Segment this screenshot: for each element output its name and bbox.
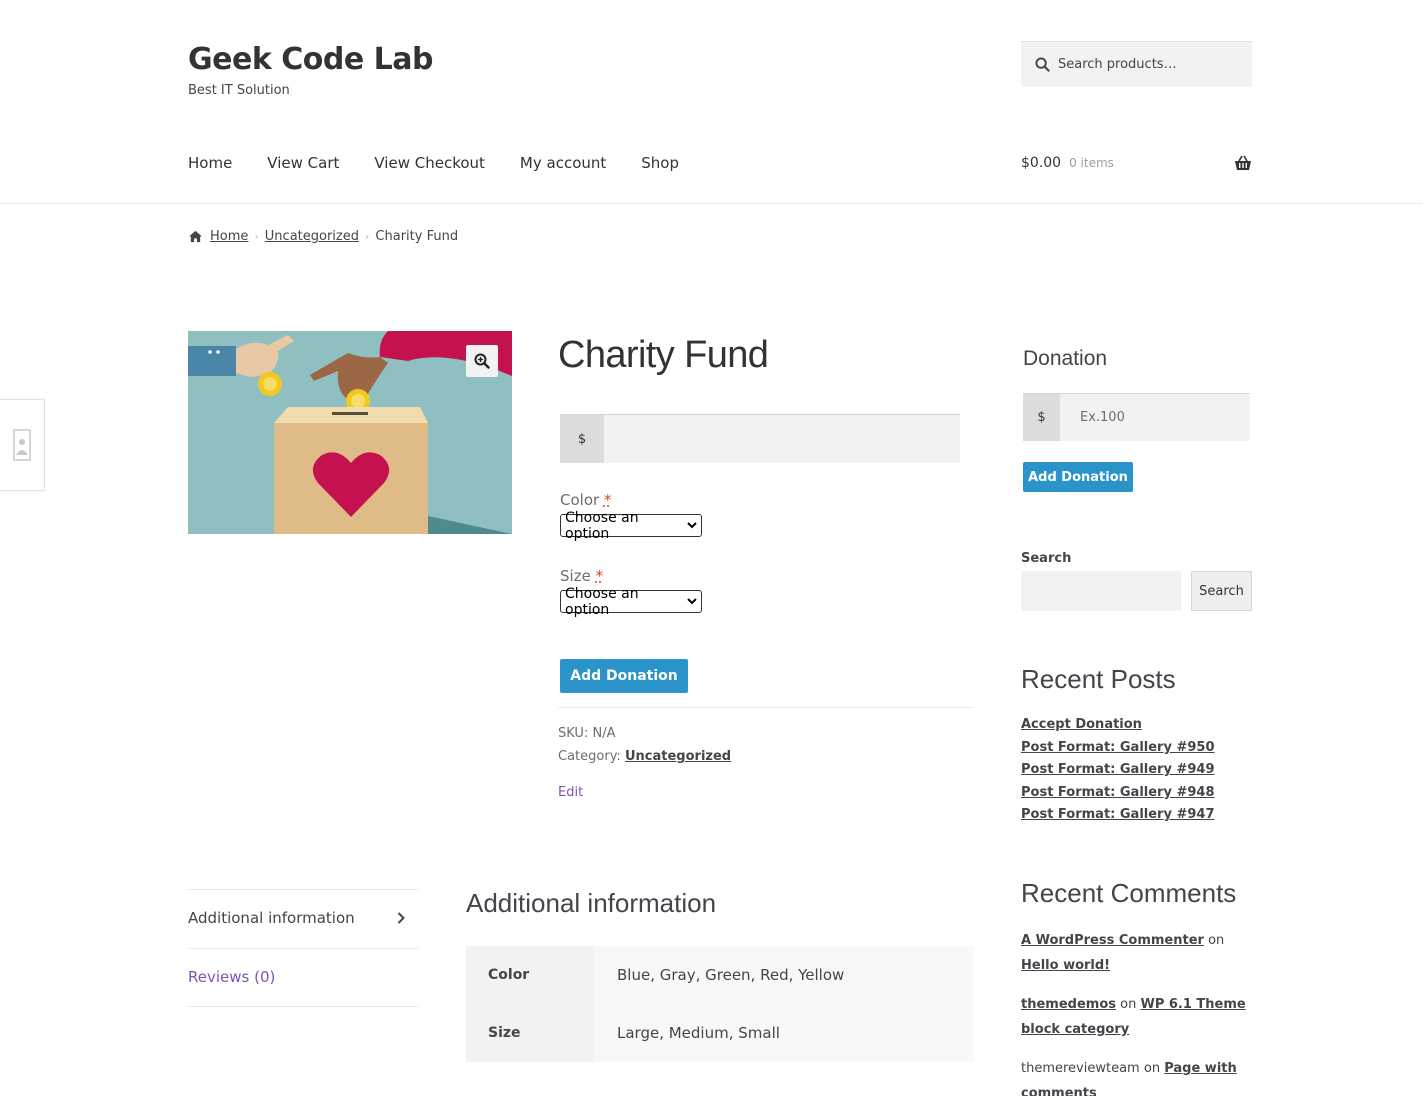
currency-symbol: $ (560, 415, 604, 463)
search-widget-label: Search (1021, 551, 1072, 566)
size-select[interactable]: Choose an option (560, 586, 702, 618)
list-item: themedemos on WP 6.1 Theme block categor… (1021, 997, 1246, 1037)
chevron-right-icon: › (365, 230, 370, 243)
product-search[interactable] (1021, 41, 1252, 87)
recent-post-link[interactable]: Post Format: Gallery #948 (1021, 785, 1215, 800)
primary-navigation: Home View Cart View Checkout My account … (188, 154, 714, 172)
required-marker: * (595, 567, 604, 585)
comment-author: themereviewteam (1021, 1061, 1140, 1076)
recent-posts-list: Accept Donation Post Format: Gallery #95… (1021, 714, 1215, 827)
recent-comments-title: Recent Comments (1021, 878, 1237, 908)
site-tagline: Best IT Solution (188, 83, 290, 98)
cart-amount: $0.00 (1021, 155, 1062, 171)
comment-author-link[interactable]: themedemos (1021, 997, 1116, 1012)
required-marker: * (603, 491, 612, 509)
product-category: Category: Uncategorized (558, 749, 732, 764)
list-item: A WordPress Commenter on Hello world! (1021, 933, 1225, 973)
breadcrumb-current: Charity Fund (375, 229, 459, 244)
sidebar-add-donation-button[interactable]: Add Donation (1023, 462, 1133, 492)
list-item: Post Format: Gallery #949 (1021, 759, 1215, 782)
recent-comments-list: A WordPress Commenter on Hello world! th… (1021, 928, 1252, 1096)
header-divider (0, 203, 1423, 204)
nav-item-home[interactable]: Home (188, 154, 232, 172)
list-item: Post Format: Gallery #950 (1021, 737, 1215, 760)
tab-reviews[interactable]: Reviews (0) (188, 968, 275, 986)
product-title: Charity Fund (558, 334, 769, 376)
sidebar-donation-input[interactable] (1060, 394, 1250, 441)
comment-author-link[interactable]: A WordPress Commenter (1021, 933, 1204, 948)
recent-post-link[interactable]: Post Format: Gallery #950 (1021, 740, 1215, 755)
chevron-down-icon (687, 522, 697, 529)
summary-divider (558, 707, 974, 708)
list-item: Post Format: Gallery #948 (1021, 782, 1215, 805)
donation-amount-input[interactable] (604, 415, 960, 463)
product-image[interactable] (188, 331, 512, 534)
cart-count: 0 items (1069, 156, 1114, 170)
sidebar-donation-field[interactable]: $ (1023, 393, 1250, 441)
tabs-divider (188, 1006, 419, 1007)
header-cart[interactable]: $0.00 0 items (1021, 155, 1252, 171)
nav-item-shop[interactable]: Shop (641, 154, 679, 172)
nav-item-my-account[interactable]: My account (520, 154, 606, 172)
charity-donation-illustration (188, 331, 512, 534)
magnifier-icon (474, 353, 490, 369)
list-item: themereviewteam on Page with comments (1021, 1056, 1252, 1096)
image-placeholder-icon (13, 429, 31, 461)
attribute-value: Blue, Gray, Green, Red, Yellow (594, 946, 974, 1004)
site-title[interactable]: Geek Code Lab (188, 42, 433, 77)
attribute-value: Large, Medium, Small (594, 1004, 974, 1062)
recent-post-link[interactable]: Post Format: Gallery #949 (1021, 762, 1215, 777)
recent-post-link[interactable]: Accept Donation (1021, 717, 1142, 732)
recent-posts-title: Recent Posts (1021, 664, 1176, 694)
tab-additional-information[interactable]: Additional information (188, 909, 419, 927)
donation-widget-title: Donation (1023, 347, 1108, 370)
donation-amount-field[interactable]: $ (560, 414, 960, 463)
basket-icon[interactable] (1234, 155, 1252, 171)
add-donation-button[interactable]: Add Donation (560, 659, 688, 693)
color-select[interactable]: Choose an option (560, 510, 702, 542)
nav-item-view-cart[interactable]: View Cart (267, 154, 339, 172)
chevron-right-icon (397, 912, 405, 924)
table-row: Color Blue, Gray, Green, Red, Yellow (466, 946, 974, 1004)
chevron-right-icon: › (254, 230, 259, 243)
product-sku: SKU: N/A (558, 726, 616, 741)
currency-symbol: $ (1023, 394, 1060, 441)
search-widget-button[interactable]: Search (1191, 571, 1252, 611)
home-icon (189, 230, 202, 243)
nav-item-view-checkout[interactable]: View Checkout (374, 154, 485, 172)
search-icon (1035, 57, 1050, 72)
breadcrumb: Home › Uncategorized › Charity Fund (188, 229, 458, 244)
search-widget-input[interactable] (1021, 571, 1181, 611)
floating-side-tab[interactable] (0, 399, 45, 491)
attributes-table: Color Blue, Gray, Green, Red, Yellow Siz… (466, 946, 974, 1062)
breadcrumb-home[interactable]: Home (210, 229, 248, 244)
comment-post-link[interactable]: Hello world! (1021, 958, 1110, 973)
attribute-name: Size (466, 1004, 594, 1062)
edit-link[interactable]: Edit (558, 785, 583, 800)
list-item: Accept Donation (1021, 714, 1215, 737)
attribute-name: Color (466, 946, 594, 1004)
zoom-button[interactable] (466, 345, 498, 377)
size-label: Size * (560, 567, 604, 585)
product-search-input[interactable] (1058, 57, 1238, 72)
recent-post-link[interactable]: Post Format: Gallery #947 (1021, 807, 1215, 822)
chevron-down-icon (687, 598, 697, 605)
list-item: Post Format: Gallery #947 (1021, 804, 1215, 827)
tabs-divider (188, 948, 419, 949)
tabs-divider (188, 889, 419, 890)
table-row: Size Large, Medium, Small (466, 1004, 974, 1062)
breadcrumb-category[interactable]: Uncategorized (265, 229, 359, 244)
product-category-link[interactable]: Uncategorized (625, 749, 731, 764)
additional-information-title: Additional information (466, 888, 717, 918)
color-label: Color * (560, 491, 612, 509)
